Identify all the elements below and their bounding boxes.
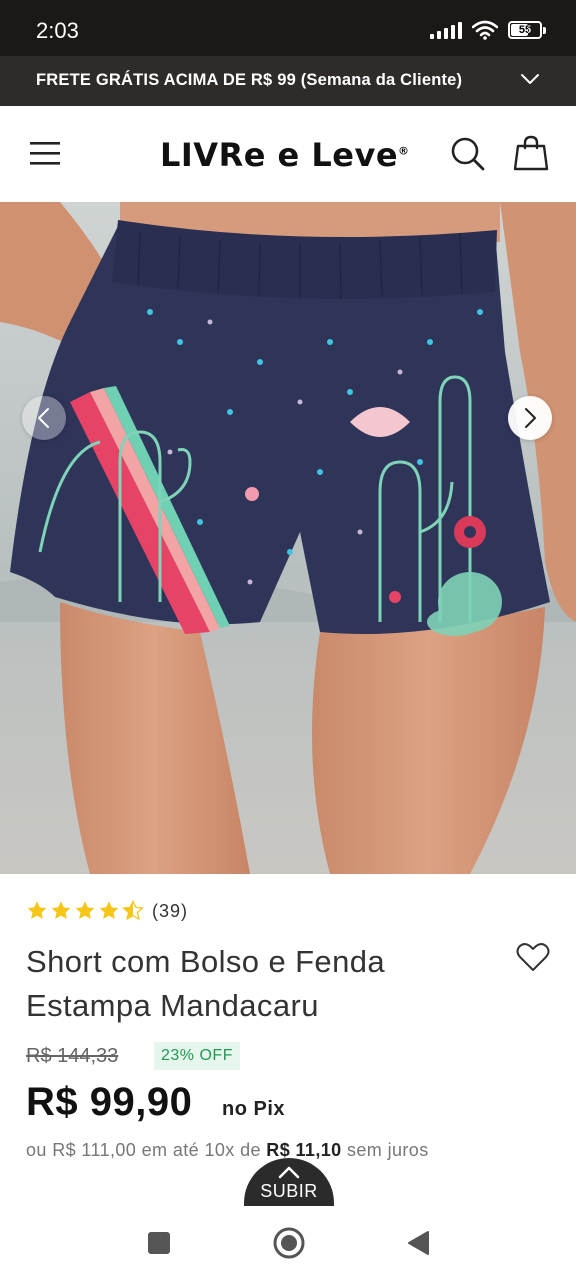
- search-icon[interactable]: [450, 136, 486, 172]
- star-icon: [27, 901, 47, 919]
- price-payment-method: no Pix: [222, 1098, 286, 1120]
- scroll-top-label: SUBIR: [260, 1181, 318, 1201]
- chevron-down-icon[interactable]: [520, 72, 540, 86]
- star-icon: [51, 901, 71, 919]
- rating-count[interactable]: (39): [152, 901, 188, 922]
- star-half-icon: [122, 900, 144, 921]
- battery-level: 55: [518, 24, 532, 36]
- chevron-right-icon: [525, 408, 536, 428]
- product-info: (39) Short com Bolso e Fenda Estampa Man…: [0, 874, 576, 1174]
- site-header: LIVRe e Leve®: [0, 106, 576, 202]
- chevron-left-icon: [38, 408, 49, 428]
- brand-name: LIVRe e Leve: [160, 136, 399, 174]
- installments-suffix: sem juros: [346, 1140, 429, 1160]
- installments-prefix: ou R$ 111,00 em até 10x de: [26, 1140, 261, 1160]
- brand-registered-mark: ®: [398, 144, 410, 158]
- brand-logo[interactable]: LIVRe e Leve®: [160, 136, 410, 174]
- discount-badge: 23% OFF: [154, 1042, 240, 1070]
- menu-icon[interactable]: [30, 141, 60, 165]
- installments-info: ou R$ 111,00 em até 10x de R$ 11,10 sem …: [26, 1140, 429, 1161]
- home-button[interactable]: [272, 1226, 306, 1260]
- star-icon: [75, 901, 95, 919]
- back-button[interactable]: [406, 1230, 430, 1256]
- product-title: Short com Bolso e Fenda Estampa Mandacar…: [26, 944, 385, 1023]
- heart-icon[interactable]: [516, 942, 550, 972]
- system-nav-bar: [0, 1206, 576, 1280]
- product-photo: [0, 202, 576, 874]
- product-image-carousel[interactable]: [0, 202, 576, 874]
- carousel-next-button[interactable]: [508, 396, 552, 440]
- promo-text: FRETE GRÁTIS ACIMA DE R$ 99 (Semana da C…: [36, 71, 463, 89]
- promo-banner[interactable]: FRETE GRÁTIS ACIMA DE R$ 99 (Semana da C…: [0, 56, 576, 106]
- current-price: R$ 99,90: [26, 1080, 193, 1124]
- carousel-prev-button[interactable]: [22, 396, 66, 440]
- wifi-icon: [472, 20, 498, 40]
- installment-value: R$ 11,10: [266, 1140, 342, 1160]
- status-time: 2:03: [36, 18, 79, 43]
- status-bar: 2:03 55: [0, 0, 576, 56]
- battery-icon: 55: [508, 21, 546, 39]
- chevron-up-icon: [278, 1166, 300, 1179]
- star-icon: [99, 901, 119, 919]
- status-icons: 55: [430, 20, 546, 40]
- recent-apps-button[interactable]: [148, 1232, 170, 1254]
- bag-icon[interactable]: [512, 134, 550, 172]
- original-price: R$ 144,33: [26, 1045, 119, 1067]
- product-rating[interactable]: (39): [26, 900, 188, 922]
- signal-icon: [430, 21, 462, 39]
